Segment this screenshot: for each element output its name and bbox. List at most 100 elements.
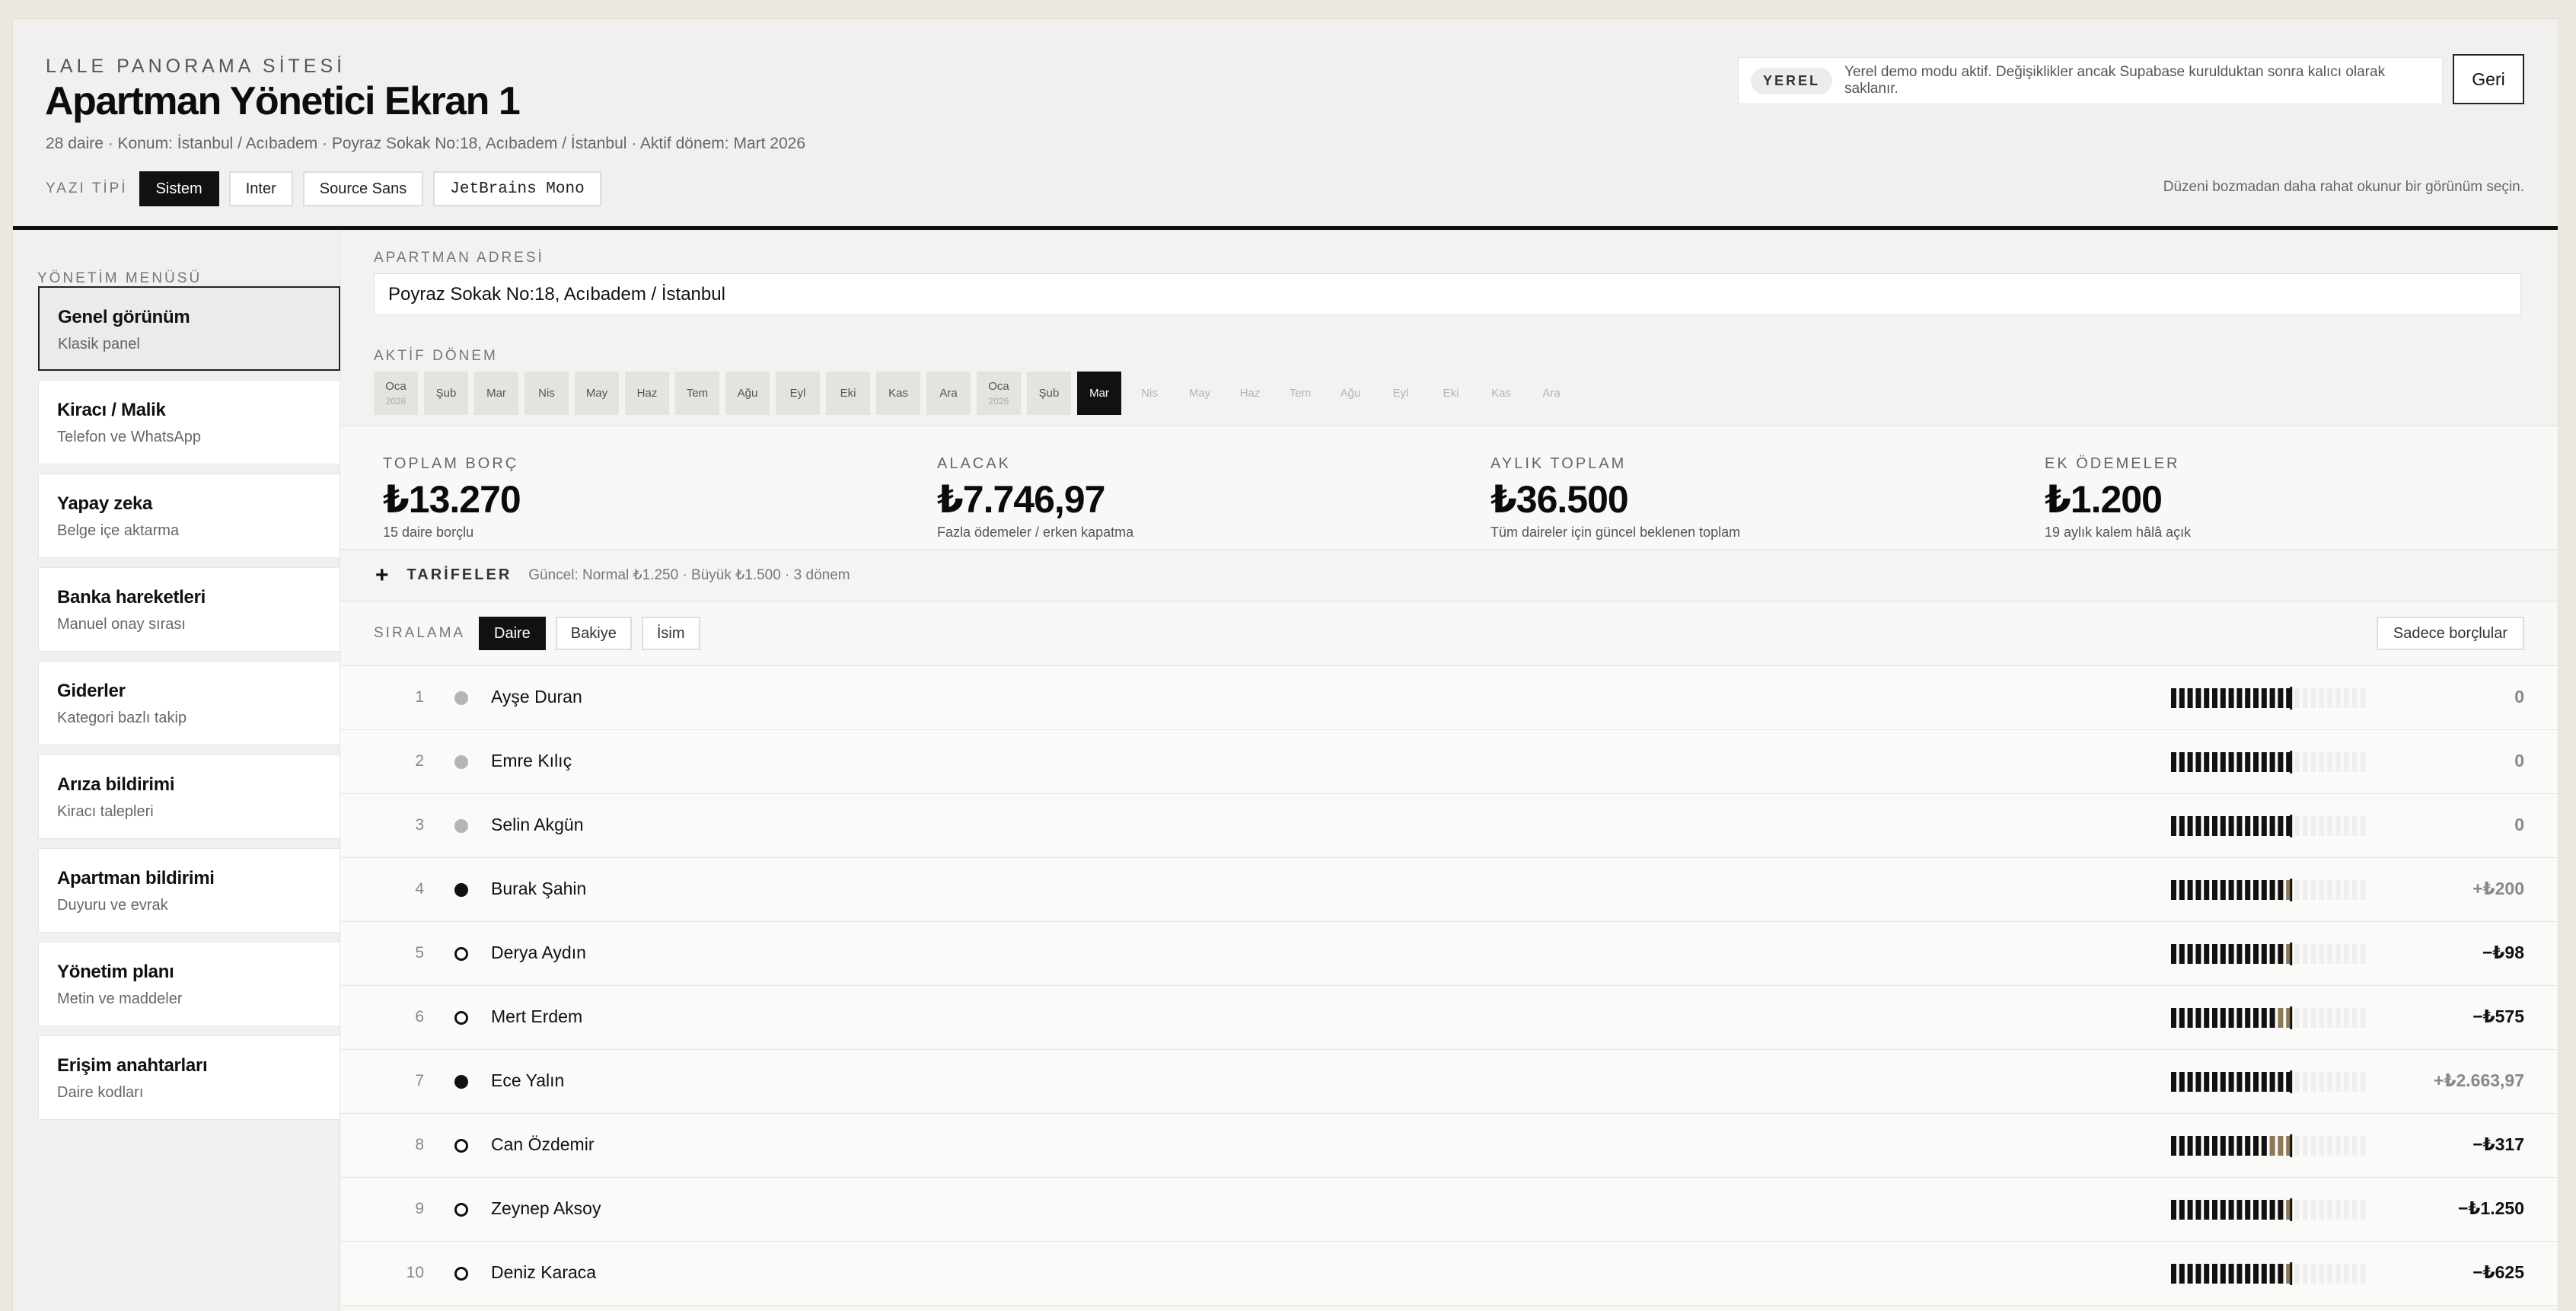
period-chip[interactable]: Kas — [1479, 372, 1523, 415]
period-month: Tem — [1289, 387, 1312, 400]
period-chip[interactable]: Ara — [926, 372, 971, 415]
font-option-jetbrains-mono[interactable]: JetBrains Mono — [433, 171, 601, 206]
month-bar — [2278, 1200, 2284, 1220]
month-bar — [2360, 1264, 2366, 1284]
sort-by-name[interactable]: İsim — [641, 617, 700, 650]
sidebar-item[interactable]: Erişim anahtarları Daire kodları — [38, 1035, 340, 1120]
month-bar — [2195, 880, 2201, 900]
month-bar — [2228, 1200, 2234, 1220]
payment-history-bars — [2171, 943, 2366, 965]
font-option-inter[interactable]: Inter — [228, 171, 293, 206]
period-chip[interactable]: Tem — [675, 372, 719, 415]
period-chip[interactable]: Kas — [876, 372, 920, 415]
current-period-marker — [2290, 751, 2293, 774]
sidebar-item[interactable]: Kiracı / Malik Telefon ve WhatsApp — [38, 380, 340, 464]
address-input[interactable] — [374, 273, 2521, 315]
period-chip[interactable]: Nis — [1127, 372, 1172, 415]
sidebar-item-sub: Metin ve maddeler — [57, 990, 183, 1007]
table-row[interactable]: 9 Zeynep Aksoy −₺1.250 — [340, 1178, 2558, 1242]
sort-label: SIRALAMA — [374, 625, 466, 641]
month-bar — [2319, 944, 2325, 964]
table-row[interactable]: 6 Mert Erdem −₺575 — [340, 986, 2558, 1050]
period-chip[interactable]: Mar — [474, 372, 518, 415]
sidebar-item-title: Banka hareketleri — [57, 587, 206, 608]
sidebar-item-title: Yönetim planı — [57, 962, 174, 982]
table-row[interactable]: 4 Burak Şahin +₺200 — [340, 858, 2558, 922]
resident-name: Selin Akgün — [491, 815, 584, 834]
period-chip[interactable]: Ara — [1529, 372, 1573, 415]
table-row[interactable]: 8 Can Özdemir −₺317 — [340, 1114, 2558, 1178]
current-period-marker — [2290, 943, 2293, 965]
sidebar-item[interactable]: Banka hareketleri Manuel onay sırası — [38, 567, 340, 652]
period-chip[interactable]: Eki — [826, 372, 870, 415]
period-chip[interactable]: Oca 2026 — [374, 372, 418, 415]
sidebar-item[interactable]: Giderler Kategori bazlı takip — [38, 661, 340, 745]
month-bar — [2212, 1008, 2217, 1028]
sort-by-apartment[interactable]: Daire — [479, 617, 546, 650]
month-bar — [2236, 752, 2243, 772]
period-chip[interactable]: Şub — [1027, 372, 1071, 415]
period-chip[interactable]: Şub — [424, 372, 468, 415]
table-row[interactable]: 5 Derya Aydın −₺98 — [340, 922, 2558, 986]
month-bar — [2351, 944, 2358, 964]
sidebar-item[interactable]: Yönetim planı Metin ve maddeler — [38, 942, 340, 1026]
sidebar-item[interactable]: Yapay zeka Belge içe aktarma — [38, 474, 340, 558]
apartment-number: 6 — [415, 1008, 424, 1026]
month-bar — [2228, 1264, 2234, 1284]
period-chip[interactable]: Haz — [625, 372, 669, 415]
month-bar — [2343, 816, 2349, 836]
period-chip[interactable]: Eki — [1429, 372, 1473, 415]
period-chip[interactable]: Ağu — [725, 372, 770, 415]
period-chip[interactable]: Mar — [1077, 372, 1121, 415]
period-chip[interactable]: Ağu — [1328, 372, 1372, 415]
period-chip[interactable]: Oca 2026 — [977, 372, 1021, 415]
period-chip[interactable]: Eyl — [1379, 372, 1423, 415]
month-bar — [2236, 1008, 2243, 1028]
month-bar — [2179, 752, 2185, 772]
month-bar — [2245, 1072, 2251, 1092]
table-row[interactable]: 7 Ece Yalın +₺2.663,97 — [340, 1050, 2558, 1114]
period-chip[interactable]: May — [575, 372, 619, 415]
resident-name: Mert Erdem — [491, 1006, 583, 1026]
sort-by-balance[interactable]: Bakiye — [555, 617, 632, 650]
table-row[interactable]: 2 Emre Kılıç 0 — [340, 730, 2558, 794]
sidebar-item[interactable]: Apartman bildirimi Duyuru ve evrak — [38, 848, 340, 933]
period-chip[interactable]: May — [1178, 372, 1222, 415]
month-bar — [2187, 880, 2193, 900]
month-bar — [2212, 1136, 2217, 1156]
status-dot-icon — [454, 691, 468, 705]
tariffs-toggle[interactable]: + TARİFELER Güncel: Normal ₺1.250 · Büyü… — [340, 550, 2558, 601]
table-row[interactable]: 10 Deniz Karaca −₺625 — [340, 1242, 2558, 1306]
only-debtors-toggle[interactable]: Sadece borçlular — [2376, 617, 2524, 650]
month-bar — [2171, 1072, 2176, 1092]
month-bar — [2360, 944, 2366, 964]
sidebar-item-sub: Klasik panel — [58, 336, 140, 352]
month-bar — [2269, 752, 2275, 772]
period-chip[interactable]: Nis — [524, 372, 569, 415]
font-option-sistem[interactable]: Sistem — [139, 171, 219, 206]
current-period-marker — [2290, 1198, 2293, 1221]
period-chip[interactable]: Eyl — [776, 372, 820, 415]
month-bar — [2302, 880, 2308, 900]
month-bar — [2261, 816, 2267, 836]
payment-history-bars — [2171, 879, 2366, 901]
period-chip[interactable]: Tem — [1278, 372, 1322, 415]
stat-total-debt: TOPLAM BORÇ ₺13.270 15 daire borçlu — [383, 455, 521, 541]
font-option-source-sans[interactable]: Source Sans — [302, 171, 424, 206]
month-bar — [2327, 752, 2333, 772]
plus-icon[interactable]: + — [375, 563, 389, 589]
table-row[interactable]: 1 Ayşe Duran 0 — [340, 666, 2558, 730]
sidebar-item-title: Yapay zeka — [57, 493, 153, 514]
month-bar — [2179, 1200, 2185, 1220]
month-bar — [2294, 688, 2300, 708]
month-bar — [2319, 752, 2325, 772]
period-chip[interactable]: Haz — [1228, 372, 1272, 415]
back-button[interactable]: Geri — [2453, 54, 2524, 104]
status-dot-icon — [454, 755, 468, 769]
period-month: Mar — [1089, 387, 1109, 400]
sidebar-item[interactable]: Genel görünüm Klasik panel — [38, 286, 340, 371]
period-month: Ağu — [1340, 387, 1361, 400]
month-bar — [2245, 752, 2251, 772]
sidebar-item[interactable]: Arıza bildirimi Kiracı talepleri — [38, 754, 340, 839]
table-row[interactable]: 3 Selin Akgün 0 — [340, 794, 2558, 858]
